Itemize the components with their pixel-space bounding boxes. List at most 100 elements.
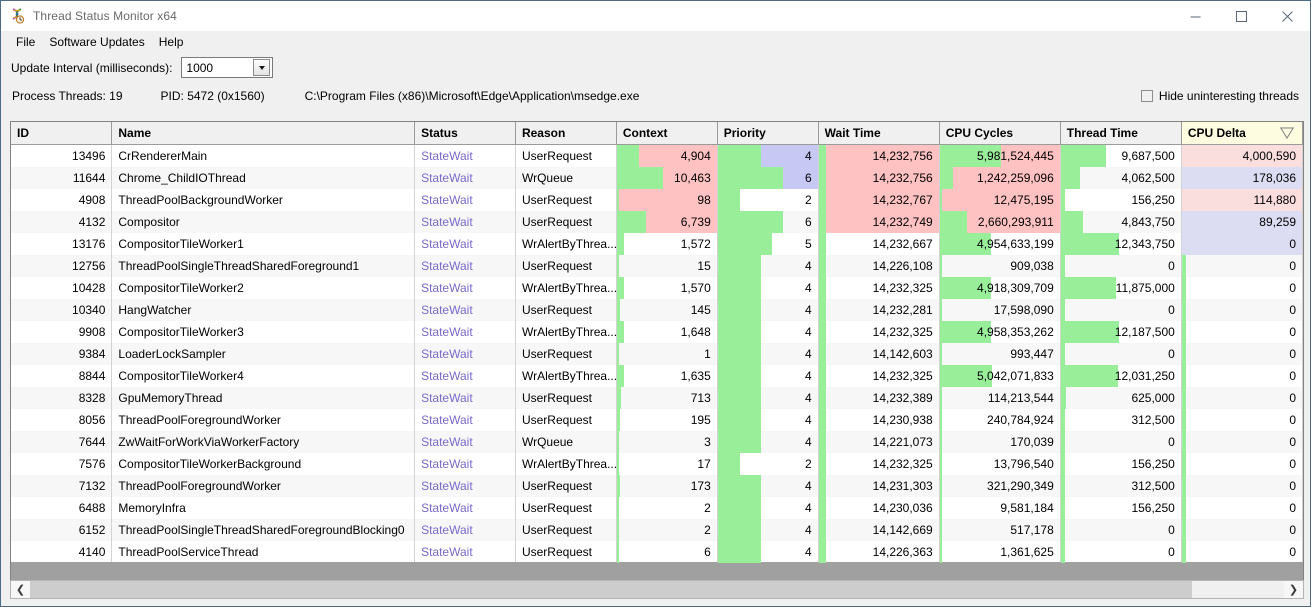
cell-name: ThreadPoolSingleThreadSharedForegroundBl… — [112, 519, 415, 541]
cell-text-id: 12756 — [11, 255, 111, 277]
cell-text-name: CompositorTileWorker3 — [112, 321, 414, 343]
cell-text-cpu_delta: 0 — [1182, 453, 1302, 475]
column-header-reason[interactable]: Reason — [515, 122, 616, 144]
cell-text-context: 1 — [617, 343, 717, 365]
thread-table-container: ID Name StatusReasonContext Priority Wait Ti… — [10, 121, 1304, 580]
table-row[interactable]: 9908CompositorTileWorker3StateWaitWrAler… — [11, 321, 1303, 343]
cell-text-id: 9908 — [11, 321, 111, 343]
table-row[interactable]: 4132CompositorStateWaitUserRequest6,7396… — [11, 211, 1303, 233]
cell-priority: 6 — [717, 167, 818, 189]
cell-id: 4140 — [11, 541, 112, 563]
column-header-thread_time[interactable]: Thread Time — [1060, 122, 1181, 144]
table-row[interactable]: 10340HangWatcherStateWaitUserRequest1454… — [11, 299, 1303, 321]
cell-context: 6 — [616, 541, 717, 563]
process-status-row: Process Threads: 19 PID: 5472 (0x1560) C… — [1, 83, 1310, 108]
table-header: ID Name StatusReasonContext Priority Wait Ti… — [11, 122, 1303, 144]
update-interval-combobox[interactable]: 1000 — [181, 57, 273, 78]
table-row[interactable]: 6152ThreadPoolSingleThreadSharedForegrou… — [11, 519, 1303, 541]
cell-text-reason: UserRequest — [516, 255, 616, 277]
menu-software-updates[interactable]: Software Updates — [42, 33, 151, 51]
cell-text-context: 1,572 — [617, 233, 717, 255]
cell-context: 3 — [616, 431, 717, 453]
cell-text-cpu_delta: 0 — [1182, 475, 1302, 497]
cell-cpu_cycles: 17,598,090 — [939, 299, 1060, 321]
cell-thread_time: 156,250 — [1060, 497, 1181, 519]
cell-status: StateWait — [415, 321, 516, 343]
cell-name: CompositorTileWorker1 — [112, 233, 415, 255]
column-header-label: Priority — [724, 126, 766, 140]
cell-name: CompositorTileWorkerBackground — [112, 453, 415, 475]
column-header-cpu_delta[interactable]: CPU Delta — [1181, 122, 1302, 144]
scrollbar-track[interactable] — [30, 581, 1284, 598]
table-row[interactable]: 13496CrRendererMainStateWaitUserRequest4… — [11, 144, 1303, 167]
cell-cpu_delta: 89,259 — [1181, 211, 1302, 233]
column-header-id[interactable]: ID — [11, 122, 112, 144]
scrollbar-thumb[interactable] — [30, 581, 1192, 598]
table-body: 13496CrRendererMainStateWaitUserRequest4… — [11, 144, 1303, 563]
cell-name: CompositorTileWorker3 — [112, 321, 415, 343]
cell-text-cpu_cycles: 5,042,071,833 — [940, 365, 1060, 387]
cell-text-thread_time: 0 — [1061, 343, 1181, 365]
cell-wait_time: 14,232,325 — [818, 453, 939, 475]
horizontal-scrollbar[interactable]: ❮ ❯ — [10, 580, 1304, 599]
cell-text-reason: WrQueue — [516, 167, 616, 189]
cell-text-thread_time: 12,187,500 — [1061, 321, 1181, 343]
cell-text-priority: 4 — [718, 475, 818, 497]
cell-priority: 2 — [717, 453, 818, 475]
table-row[interactable]: 10428CompositorTileWorker2StateWaitWrAle… — [11, 277, 1303, 299]
cell-cpu_delta: 0 — [1181, 299, 1302, 321]
cell-text-name: CompositorTileWorkerBackground — [112, 453, 414, 475]
table-row[interactable]: 9384LoaderLockSamplerStateWaitUserReques… — [11, 343, 1303, 365]
cell-cpu_delta: 4,000,590 — [1181, 144, 1302, 167]
table-row[interactable]: 8056ThreadPoolForegroundWorkerStateWaitU… — [11, 409, 1303, 431]
column-header-name[interactable]: Name — [112, 122, 415, 144]
table-row[interactable]: 12756ThreadPoolSingleThreadSharedForegro… — [11, 255, 1303, 277]
cell-thread_time: 4,062,500 — [1060, 167, 1181, 189]
table-row[interactable]: 7576CompositorTileWorkerBackgroundStateW… — [11, 453, 1303, 475]
table-row[interactable]: 7132ThreadPoolForegroundWorkerStateWaitU… — [11, 475, 1303, 497]
table-row[interactable]: 8328GpuMemoryThreadStateWaitUserRequest7… — [11, 387, 1303, 409]
cell-context: 17 — [616, 453, 717, 475]
menu-file[interactable]: File — [9, 33, 42, 51]
table-row[interactable]: 4908ThreadPoolBackgroundWorkerStateWaitU… — [11, 189, 1303, 211]
cell-status: StateWait — [415, 277, 516, 299]
cell-text-status: StateWait — [415, 233, 515, 255]
cell-thread_time: 312,500 — [1060, 475, 1181, 497]
table-row[interactable]: 8844CompositorTileWorker4StateWaitWrAler… — [11, 365, 1303, 387]
scroll-right-arrow-icon[interactable]: ❯ — [1284, 581, 1303, 598]
cell-text-status: StateWait — [415, 321, 515, 343]
cell-text-context: 145 — [617, 299, 717, 321]
close-button[interactable] — [1264, 1, 1310, 31]
cell-text-name: ThreadPoolServiceThread — [112, 541, 414, 563]
column-header-context[interactable]: Context — [616, 122, 717, 144]
table-row[interactable]: 4140ThreadPoolServiceThreadStateWaitUser… — [11, 541, 1303, 563]
cell-text-name: ThreadPoolForegroundWorker — [112, 409, 414, 431]
cell-text-reason: WrAlertByThrea... — [516, 277, 616, 299]
window-title: Thread Status Monitor x64 — [33, 9, 177, 23]
table-row[interactable]: 13176CompositorTileWorker1StateWaitWrAle… — [11, 233, 1303, 255]
column-header-cpu_cycles[interactable]: CPU Cycles — [939, 122, 1060, 144]
table-row[interactable]: 6488MemoryInfraStateWaitUserRequest2414,… — [11, 497, 1303, 519]
menu-help[interactable]: Help — [152, 33, 191, 51]
scroll-left-arrow-icon[interactable]: ❮ — [11, 581, 30, 598]
cell-text-priority: 4 — [718, 145, 818, 167]
hide-uninteresting-threads-checkbox[interactable]: Hide uninteresting threads — [1141, 89, 1299, 103]
minimize-button[interactable] — [1172, 1, 1218, 31]
cell-id: 8056 — [11, 409, 112, 431]
table-row[interactable]: 7644ZwWaitForWorkViaWorkerFactoryStateWa… — [11, 431, 1303, 453]
cell-id: 7644 — [11, 431, 112, 453]
cell-cpu_cycles: 9,581,184 — [939, 497, 1060, 519]
column-header-priority[interactable]: Priority — [717, 122, 818, 144]
maximize-button[interactable] — [1218, 1, 1264, 31]
cell-text-reason: UserRequest — [516, 409, 616, 431]
table-row[interactable]: 11644Chrome_ChildIOThreadStateWaitWrQueu… — [11, 167, 1303, 189]
cell-reason: UserRequest — [515, 255, 616, 277]
chevron-down-icon[interactable] — [253, 59, 270, 76]
cell-wait_time: 14,142,669 — [818, 519, 939, 541]
cell-context: 10,463 — [616, 167, 717, 189]
cell-id: 6152 — [11, 519, 112, 541]
column-header-wait_time[interactable]: Wait Time — [818, 122, 939, 144]
checkbox-box[interactable] — [1141, 90, 1153, 102]
column-header-status[interactable]: Status — [415, 122, 516, 144]
column-header-label: Name — [118, 126, 151, 140]
